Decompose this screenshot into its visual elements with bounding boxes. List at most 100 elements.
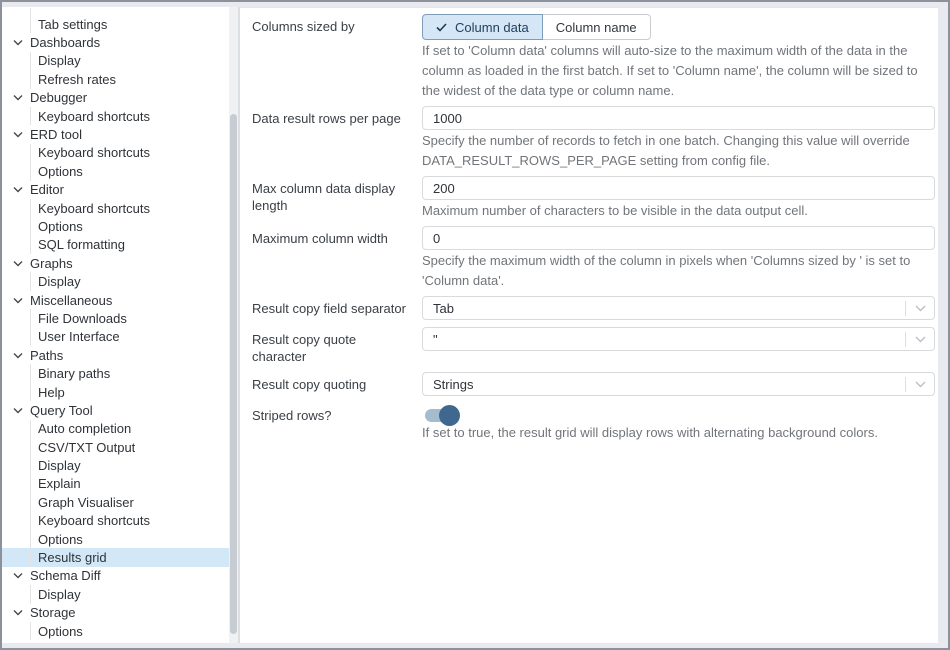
field-label-columns-sized-by: Columns sized by [252, 14, 422, 101]
chevron-down-icon[interactable] [915, 381, 926, 388]
sidebar-item-label: ERD tool [30, 127, 82, 142]
sidebar-item-binary-paths[interactable]: Binary paths [2, 364, 238, 382]
sidebar-item-label: Binary paths [38, 366, 110, 381]
sidebar-item-options[interactable]: Options [2, 622, 238, 640]
chevron-down-icon[interactable] [13, 131, 23, 138]
sidebar-item-options[interactable]: Options [2, 530, 238, 548]
chevron-down-icon[interactable] [13, 572, 23, 579]
select-separator [905, 377, 906, 392]
sidebar-item-explain[interactable]: Explain [2, 475, 238, 493]
sidebar-item-keyboard-shortcuts[interactable]: Keyboard shortcuts [2, 512, 238, 530]
sidebar-item-tab-settings[interactable]: Tab settings [2, 15, 238, 33]
form-row-striped-rows: Striped rows?If set to true, the result … [252, 403, 935, 443]
sidebar-item-refresh-rates[interactable]: Refresh rates [2, 70, 238, 88]
sidebar-item-label: Query Tool [30, 403, 93, 418]
preferences-form: Columns sized by Column data Column name If… [252, 14, 935, 443]
columns-sized-by-option-column-name[interactable]: Column name [542, 14, 651, 40]
form-row-result-copy-quoting: Result copy quotingStrings [252, 372, 935, 396]
sidebar-item-label: Auto completion [38, 421, 131, 436]
sidebar-item-debugger[interactable]: Debugger [2, 89, 238, 107]
sidebar-item-dashboards[interactable]: Dashboards [2, 33, 238, 51]
sidebar-item-display[interactable]: Display [2, 456, 238, 474]
sidebar-item-graphs[interactable]: Graphs [2, 254, 238, 272]
right-gutter [938, 7, 948, 643]
toggle-option-label: Column data [455, 20, 529, 35]
field-label-data-result-rows-per-page: Data result rows per page [252, 106, 422, 171]
chevron-down-icon[interactable] [13, 297, 23, 304]
sidebar-item-label: Tab settings [38, 17, 107, 32]
sidebar-item-label: File Downloads [38, 311, 127, 326]
sidebar-item-auto-completion[interactable]: Auto completion [2, 420, 238, 438]
chevron-down-icon[interactable] [915, 305, 926, 312]
sidebar-scrollbar-thumb[interactable] [230, 114, 237, 634]
sidebar-item-options[interactable]: Options [2, 217, 238, 235]
sidebar-item-keyboard-shortcuts[interactable]: Keyboard shortcuts [2, 199, 238, 217]
sidebar-item-editor[interactable]: Editor [2, 181, 238, 199]
chevron-down-icon[interactable] [13, 609, 23, 616]
sidebar-item-label: Keyboard shortcuts [38, 513, 150, 528]
sidebar-item-label: Options [38, 624, 83, 639]
sidebar-item-user-interface[interactable]: User Interface [2, 328, 238, 346]
chevron-down-icon[interactable] [13, 39, 23, 46]
field-help-striped-rows: If set to true, the result grid will dis… [422, 423, 935, 443]
chevron-down-icon[interactable] [13, 260, 23, 267]
sidebar-item-erd-tool[interactable]: ERD tool [2, 125, 238, 143]
sidebar-item-label: Schema Diff [30, 568, 101, 583]
result-copy-field-separator-select[interactable]: Tab [422, 296, 935, 320]
field-label-result-copy-quote-character: Result copy quote character [252, 327, 422, 365]
sidebar-item-label: Help [38, 385, 65, 400]
form-row-columns-sized-by: Columns sized byColumn dataColumn nameIf… [252, 14, 935, 101]
field-help-maximum-column-width: Specify the maximum width of the column … [422, 251, 935, 291]
max-column-data-display-length-input[interactable] [422, 176, 935, 200]
chevron-down-icon[interactable] [13, 407, 23, 414]
sidebar-item-options[interactable]: Options [2, 162, 238, 180]
sidebar-item-keyboard-shortcuts[interactable]: Keyboard shortcuts [2, 107, 238, 125]
sidebar-item-label: Miscellaneous [30, 293, 112, 308]
sidebar-item-label: Results grid [38, 550, 107, 565]
sidebar-item-label: SQL formatting [38, 237, 125, 252]
chevron-down-icon[interactable] [13, 94, 23, 101]
sidebar-item-results-grid[interactable]: Results grid [2, 548, 238, 566]
sidebar-item-help[interactable]: Help [2, 383, 238, 401]
sidebar-item-csv-txt-output[interactable]: CSV/TXT Output [2, 438, 238, 456]
sidebar-item-label: Keyboard shortcuts [38, 109, 150, 124]
sidebar-item-keyboard-shortcuts[interactable]: Keyboard shortcuts [2, 144, 238, 162]
sidebar-item-paths[interactable]: Paths [2, 346, 238, 364]
striped-rows-toggle-switch[interactable] [425, 409, 457, 422]
sidebar-item-schema-diff[interactable]: Schema Diff [2, 567, 238, 585]
sidebar-item-storage[interactable]: Storage [2, 604, 238, 622]
sidebar-item-label: Explain [38, 476, 81, 491]
chevron-down-icon[interactable] [13, 186, 23, 193]
sidebar-item-label: Keyboard shortcuts [38, 145, 150, 160]
chevron-down-icon[interactable] [915, 336, 926, 343]
sidebar-item-sql-formatting[interactable]: SQL formatting [2, 236, 238, 254]
chevron-down-icon[interactable] [13, 352, 23, 359]
result-copy-quoting-select[interactable]: Strings [422, 372, 935, 396]
sidebar-item-label: Options [38, 219, 83, 234]
sidebar-item-label: Options [38, 164, 83, 179]
form-row-max-column-data-display-length: Max column data display lengthMaximum nu… [252, 176, 935, 221]
field-help-data-result-rows-per-page: Specify the number of records to fetch i… [422, 131, 935, 171]
field-label-striped-rows: Striped rows? [252, 403, 422, 443]
sidebar-item-display[interactable]: Display [2, 52, 238, 70]
sidebar-item-label: User Interface [38, 329, 120, 344]
form-row-result-copy-field-separator: Result copy field separatorTab [252, 296, 935, 320]
sidebar-item-display[interactable]: Display [2, 585, 238, 603]
sidebar-item-file-downloads[interactable]: File Downloads [2, 309, 238, 327]
sidebar-item-display[interactable]: Display [2, 272, 238, 290]
sidebar-item-miscellaneous[interactable]: Miscellaneous [2, 291, 238, 309]
result-copy-quote-character-select[interactable]: " [422, 327, 935, 351]
sidebar-item-graph-visualiser[interactable]: Graph Visualiser [2, 493, 238, 511]
columns-sized-by-option-column-data[interactable]: Column data [422, 14, 543, 40]
field-label-maximum-column-width: Maximum column width [252, 226, 422, 291]
sidebar-scrollbar-track[interactable] [229, 7, 238, 643]
data-result-rows-per-page-input[interactable] [422, 106, 935, 130]
sidebar-item-label: Graphs [30, 256, 73, 271]
switch-knob[interactable] [439, 405, 460, 426]
sidebar-item-label: Display [38, 458, 81, 473]
sidebar-item-label: Display [38, 587, 81, 602]
maximum-column-width-input[interactable] [422, 226, 935, 250]
sidebar-item-query-tool[interactable]: Query Tool [2, 401, 238, 419]
sidebar-item-label: CSV/TXT Output [38, 440, 135, 455]
toggle-option-label: Column name [556, 20, 637, 35]
